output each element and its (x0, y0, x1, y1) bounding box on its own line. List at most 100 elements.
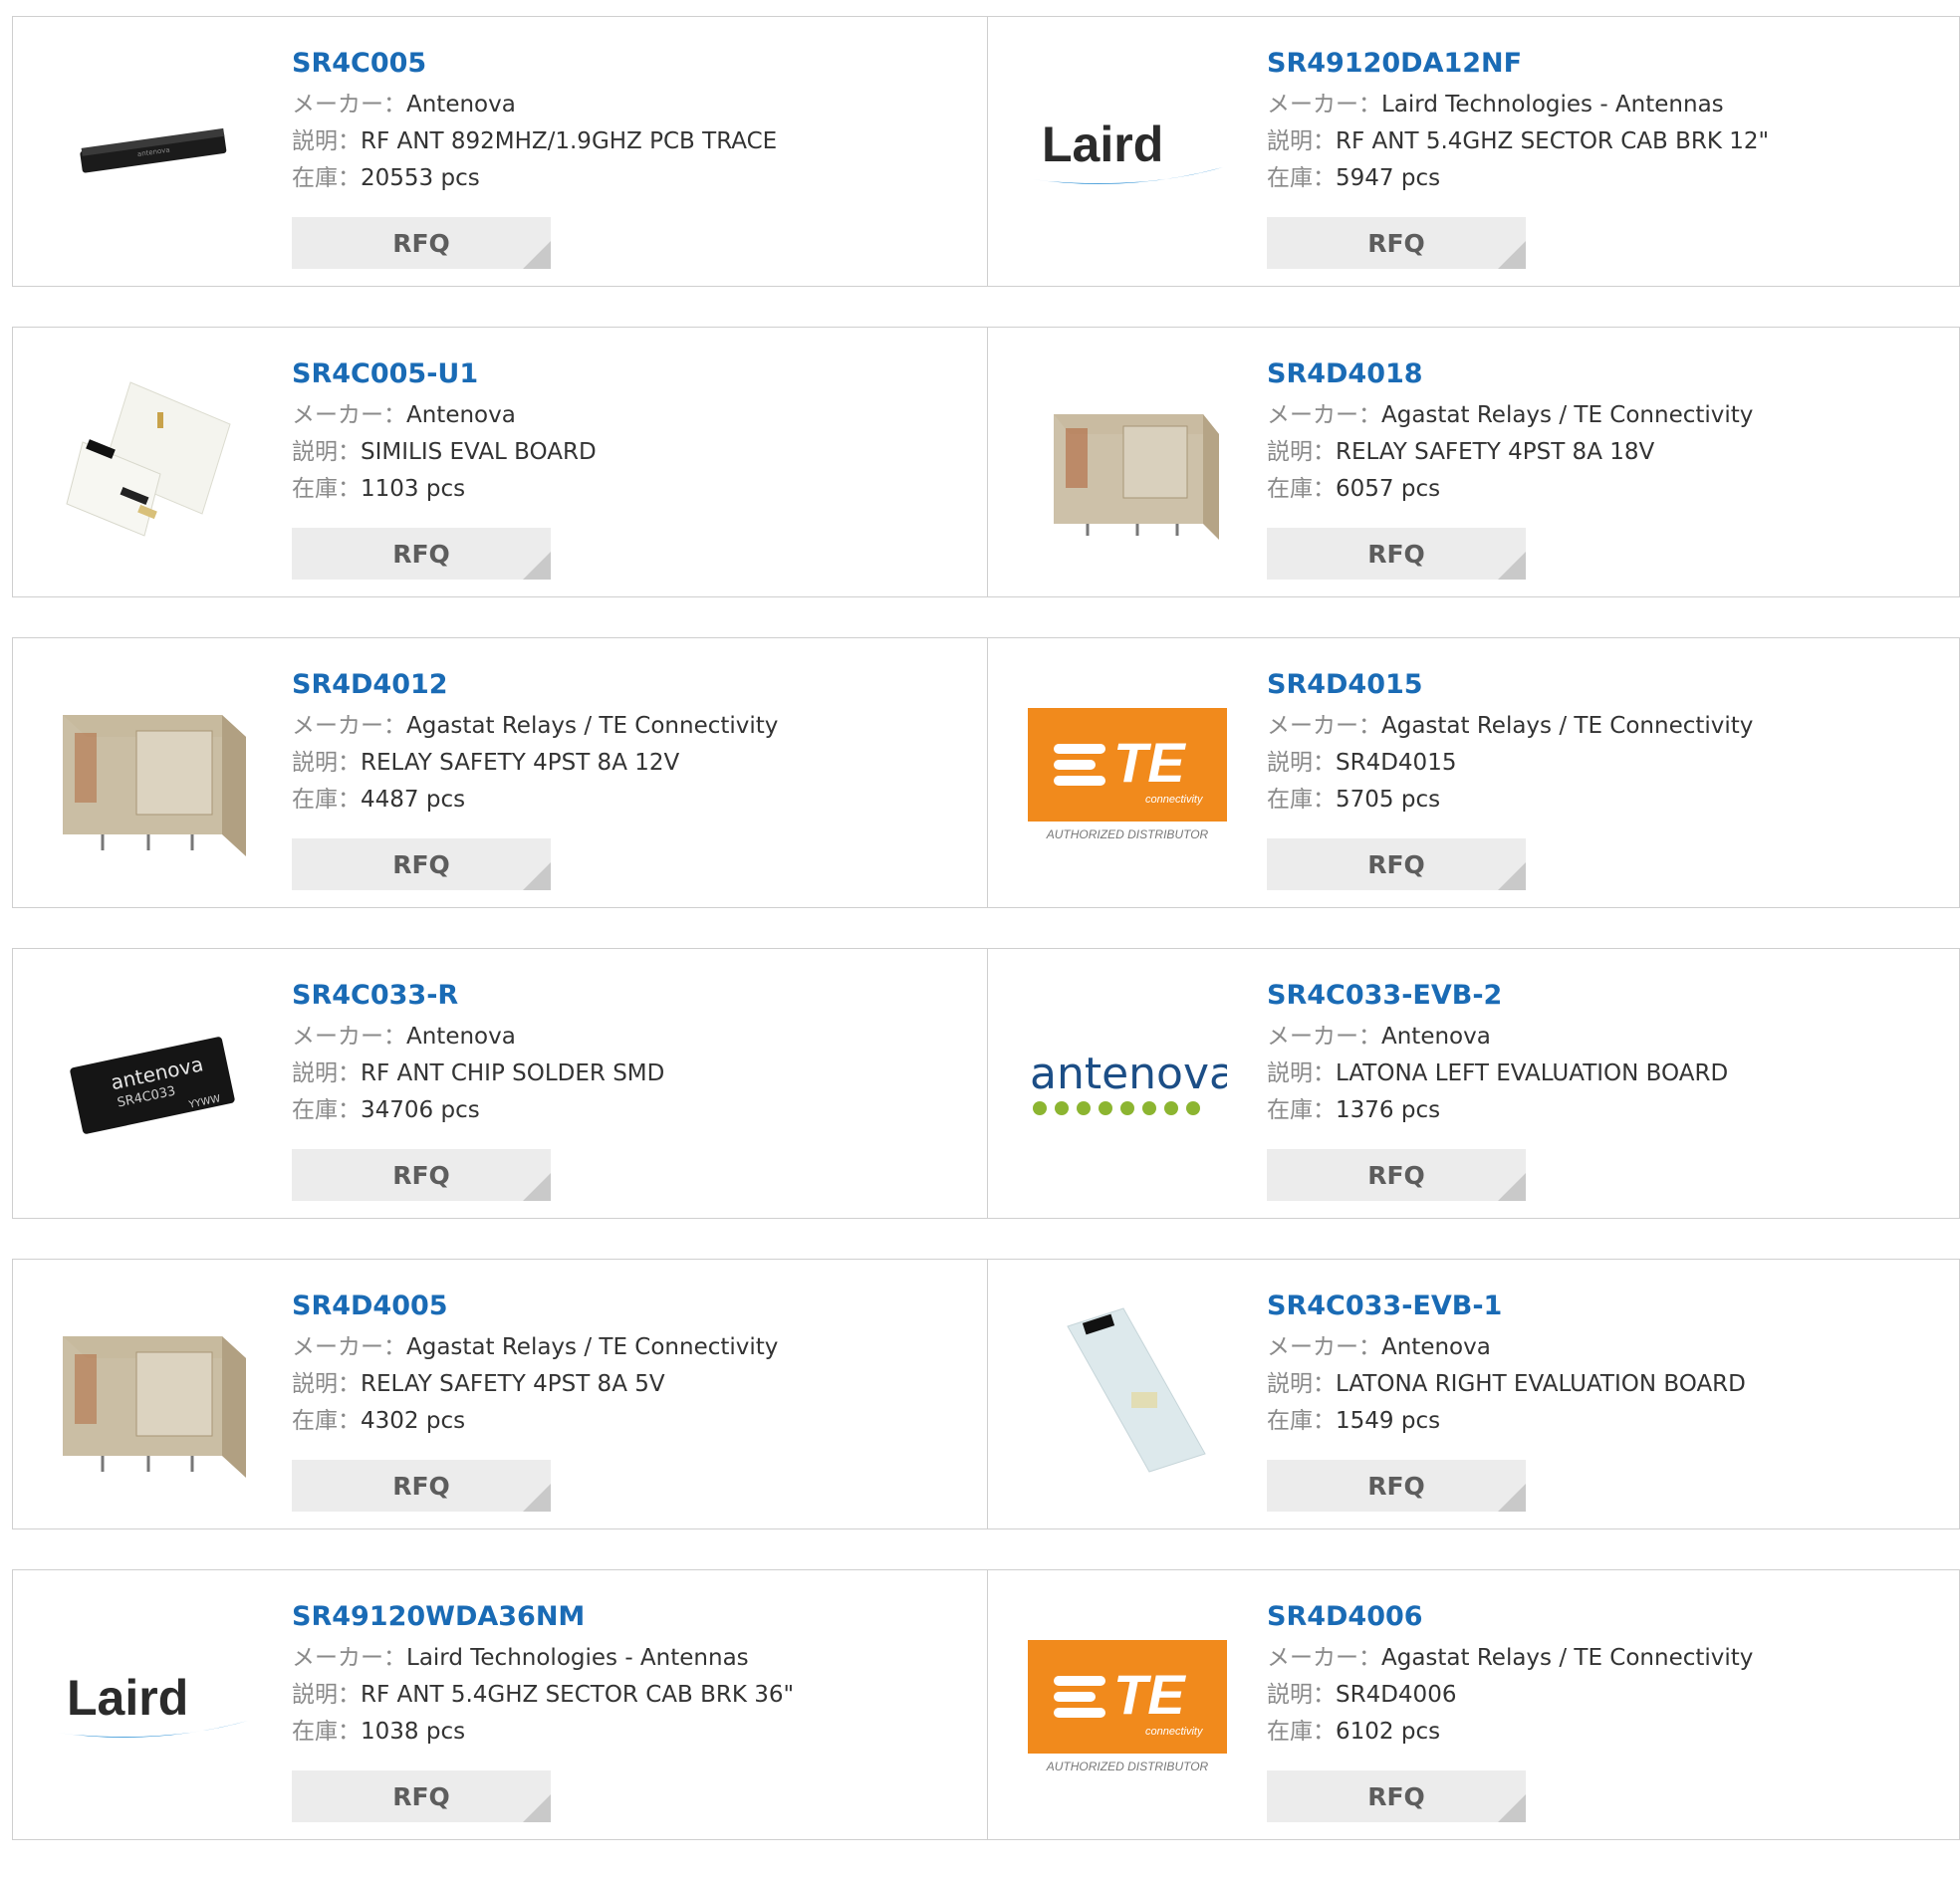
laird-logo: Laird (57, 1670, 248, 1738)
part-number-link[interactable]: SR4D4018 (1267, 357, 1753, 391)
part-number-link[interactable]: SR4C005-U1 (292, 357, 597, 391)
rfq-button-label: RFQ (392, 228, 450, 258)
part-number-link[interactable]: SR4C033-EVB-1 (1267, 1290, 1746, 1323)
description-label: 説明： (1267, 750, 1336, 776)
stock-label: 在庫： (1267, 1408, 1336, 1434)
product-image[interactable]: Laird (53, 1607, 252, 1806)
description-label: 説明： (292, 1060, 361, 1086)
rfq-button[interactable]: RFQ (292, 838, 551, 890)
manufacturer-value: Laird Technologies - Antennas (1381, 92, 1724, 118)
product-image-eval-board-blue[interactable] (1028, 1296, 1227, 1496)
manufacturer-value: Agastat Relays / TE Connectivity (1381, 1645, 1754, 1671)
manufacturer-value: Antenova (1381, 1024, 1491, 1050)
rfq-button[interactable]: RFQ (292, 1770, 551, 1822)
manufacturer-line: メーカー：Agastat Relays / TE Connectivity (292, 708, 778, 745)
description-line: 説明：LATONA LEFT EVALUATION BOARD (1267, 1056, 1728, 1092)
product-card: antenova SR4C033-EVB-2 メーカー：Antenova 説明：… (987, 949, 1960, 1218)
product-image-relay-large[interactable] (53, 1296, 252, 1496)
stock-label: 在庫： (1267, 787, 1336, 813)
description-line: 説明：SIMILIS EVAL BOARD (292, 434, 597, 471)
product-image[interactable]: antenova (1028, 986, 1227, 1185)
antenova-logo: antenova (1030, 1049, 1227, 1115)
product-image[interactable]: Laird (1028, 54, 1227, 253)
rfq-button[interactable]: RFQ (1267, 1770, 1526, 1822)
stock-line: 在庫：4487 pcs (292, 782, 778, 819)
rfq-button[interactable]: RFQ (1267, 1149, 1526, 1201)
te-authorized-logo: TE connectivity AUTHORIZED DISTRIBUTOR (1028, 708, 1227, 841)
product-card: TE connectivity AUTHORIZED DISTRIBUTOR S… (987, 1570, 1960, 1839)
manufacturer-value: Agastat Relays / TE Connectivity (1381, 713, 1754, 739)
product-row: SR4D4012 メーカー：Agastat Relays / TE Connec… (12, 637, 1960, 908)
stock-value: 1103 pcs (361, 476, 466, 502)
manufacturer-label: メーカー： (1267, 713, 1381, 739)
stock-value: 5947 pcs (1336, 165, 1441, 191)
manufacturer-label: メーカー： (1267, 1024, 1381, 1050)
stock-line: 在庫：1549 pcs (1267, 1403, 1746, 1440)
part-number-link[interactable]: SR4D4012 (292, 668, 778, 702)
rfq-button[interactable]: RFQ (292, 1460, 551, 1512)
product-row: SR4D4005 メーカー：Agastat Relays / TE Connec… (12, 1259, 1960, 1529)
rfq-button-label: RFQ (392, 1471, 450, 1501)
rfq-button[interactable]: RFQ (1267, 838, 1526, 890)
manufacturer-value: Agastat Relays / TE Connectivity (1381, 402, 1754, 428)
manufacturer-line: メーカー：Antenova (292, 87, 777, 123)
part-number-link[interactable]: SR49120WDA36NM (292, 1600, 794, 1634)
description-label: 説明： (292, 439, 361, 465)
product-image-antenna-pcb[interactable]: antenova (53, 54, 252, 253)
description-value: RELAY SAFETY 4PST 8A 18V (1336, 439, 1655, 465)
stock-value: 34706 pcs (361, 1097, 480, 1123)
description-label: 説明： (1267, 128, 1336, 154)
manufacturer-value: Antenova (406, 1024, 516, 1050)
part-number-link[interactable]: SR4D4006 (1267, 1600, 1753, 1634)
rfq-button[interactable]: RFQ (292, 1149, 551, 1201)
description-label: 説明： (1267, 439, 1336, 465)
product-info: SR4C005 メーカー：Antenova 説明：RF ANT 892MHZ/1… (292, 47, 777, 197)
rfq-button[interactable]: RFQ (1267, 217, 1526, 269)
te-logo-subtext: connectivity (1145, 794, 1203, 806)
manufacturer-label: メーカー： (1267, 1645, 1381, 1671)
part-number-link[interactable]: SR4C005 (292, 47, 777, 81)
product-image-relay-large[interactable] (53, 675, 252, 874)
rfq-button[interactable]: RFQ (1267, 1460, 1526, 1512)
product-info: SR4D4012 メーカー：Agastat Relays / TE Connec… (292, 668, 778, 819)
product-info: SR4D4015 メーカー：Agastat Relays / TE Connec… (1267, 668, 1753, 819)
rfq-button[interactable]: RFQ (292, 528, 551, 580)
description-line: 説明：SR4D4015 (1267, 745, 1753, 782)
stock-value: 5705 pcs (1336, 787, 1441, 813)
product-image[interactable]: TE connectivity AUTHORIZED DISTRIBUTOR (1028, 1607, 1227, 1806)
part-number-link[interactable]: SR4D4015 (1267, 668, 1753, 702)
stock-value: 4302 pcs (361, 1408, 466, 1434)
manufacturer-line: メーカー：Antenova (1267, 1019, 1728, 1056)
description-line: 説明：RF ANT 5.4GHZ SECTOR CAB BRK 12" (1267, 123, 1769, 160)
manufacturer-line: メーカー：Laird Technologies - Antennas (1267, 87, 1769, 123)
rfq-button[interactable]: RFQ (292, 217, 551, 269)
product-info: SR4C033-R メーカー：Antenova 説明：RF ANT CHIP S… (292, 979, 664, 1129)
stock-label: 在庫： (292, 1097, 361, 1123)
rfq-button-label: RFQ (392, 1160, 450, 1190)
part-number-link[interactable]: SR4C033-EVB-2 (1267, 979, 1728, 1013)
product-row: SR4C005-U1 メーカー：Antenova 説明：SIMILIS EVAL… (12, 327, 1960, 597)
part-number-link[interactable]: SR4D4005 (292, 1290, 778, 1323)
stock-line: 在庫：1376 pcs (1267, 1092, 1728, 1129)
stock-value: 20553 pcs (361, 165, 480, 191)
product-image-eval-board-white[interactable] (53, 364, 252, 564)
product-card: SR4D4005 メーカー：Agastat Relays / TE Connec… (13, 1260, 987, 1528)
product-card: SR4D4012 メーカー：Agastat Relays / TE Connec… (13, 638, 987, 907)
description-label: 説明： (292, 750, 361, 776)
product-image-relay-small[interactable] (1028, 364, 1227, 564)
stock-line: 在庫：5947 pcs (1267, 160, 1769, 197)
part-number-link[interactable]: SR49120DA12NF (1267, 47, 1769, 81)
manufacturer-value: Agastat Relays / TE Connectivity (406, 1334, 779, 1360)
product-image-chip-antenova[interactable]: antenova SR4C033 YYWW (53, 986, 252, 1185)
product-row: antenova SR4C005 メーカー：Antenova 説明：RF ANT… (12, 16, 1960, 287)
rfq-button-label: RFQ (1367, 1471, 1425, 1501)
rfq-button[interactable]: RFQ (1267, 528, 1526, 580)
manufacturer-value: Antenova (406, 92, 516, 118)
manufacturer-line: メーカー：Antenova (1267, 1329, 1746, 1366)
manufacturer-label: メーカー： (292, 1645, 406, 1671)
description-value: RF ANT CHIP SOLDER SMD (361, 1060, 665, 1086)
product-image[interactable]: TE connectivity AUTHORIZED DISTRIBUTOR (1028, 675, 1227, 874)
product-row: Laird SR49120WDA36NM メーカー：Laird Technolo… (12, 1569, 1960, 1840)
part-number-link[interactable]: SR4C033-R (292, 979, 664, 1013)
description-label: 説明： (1267, 1682, 1336, 1708)
